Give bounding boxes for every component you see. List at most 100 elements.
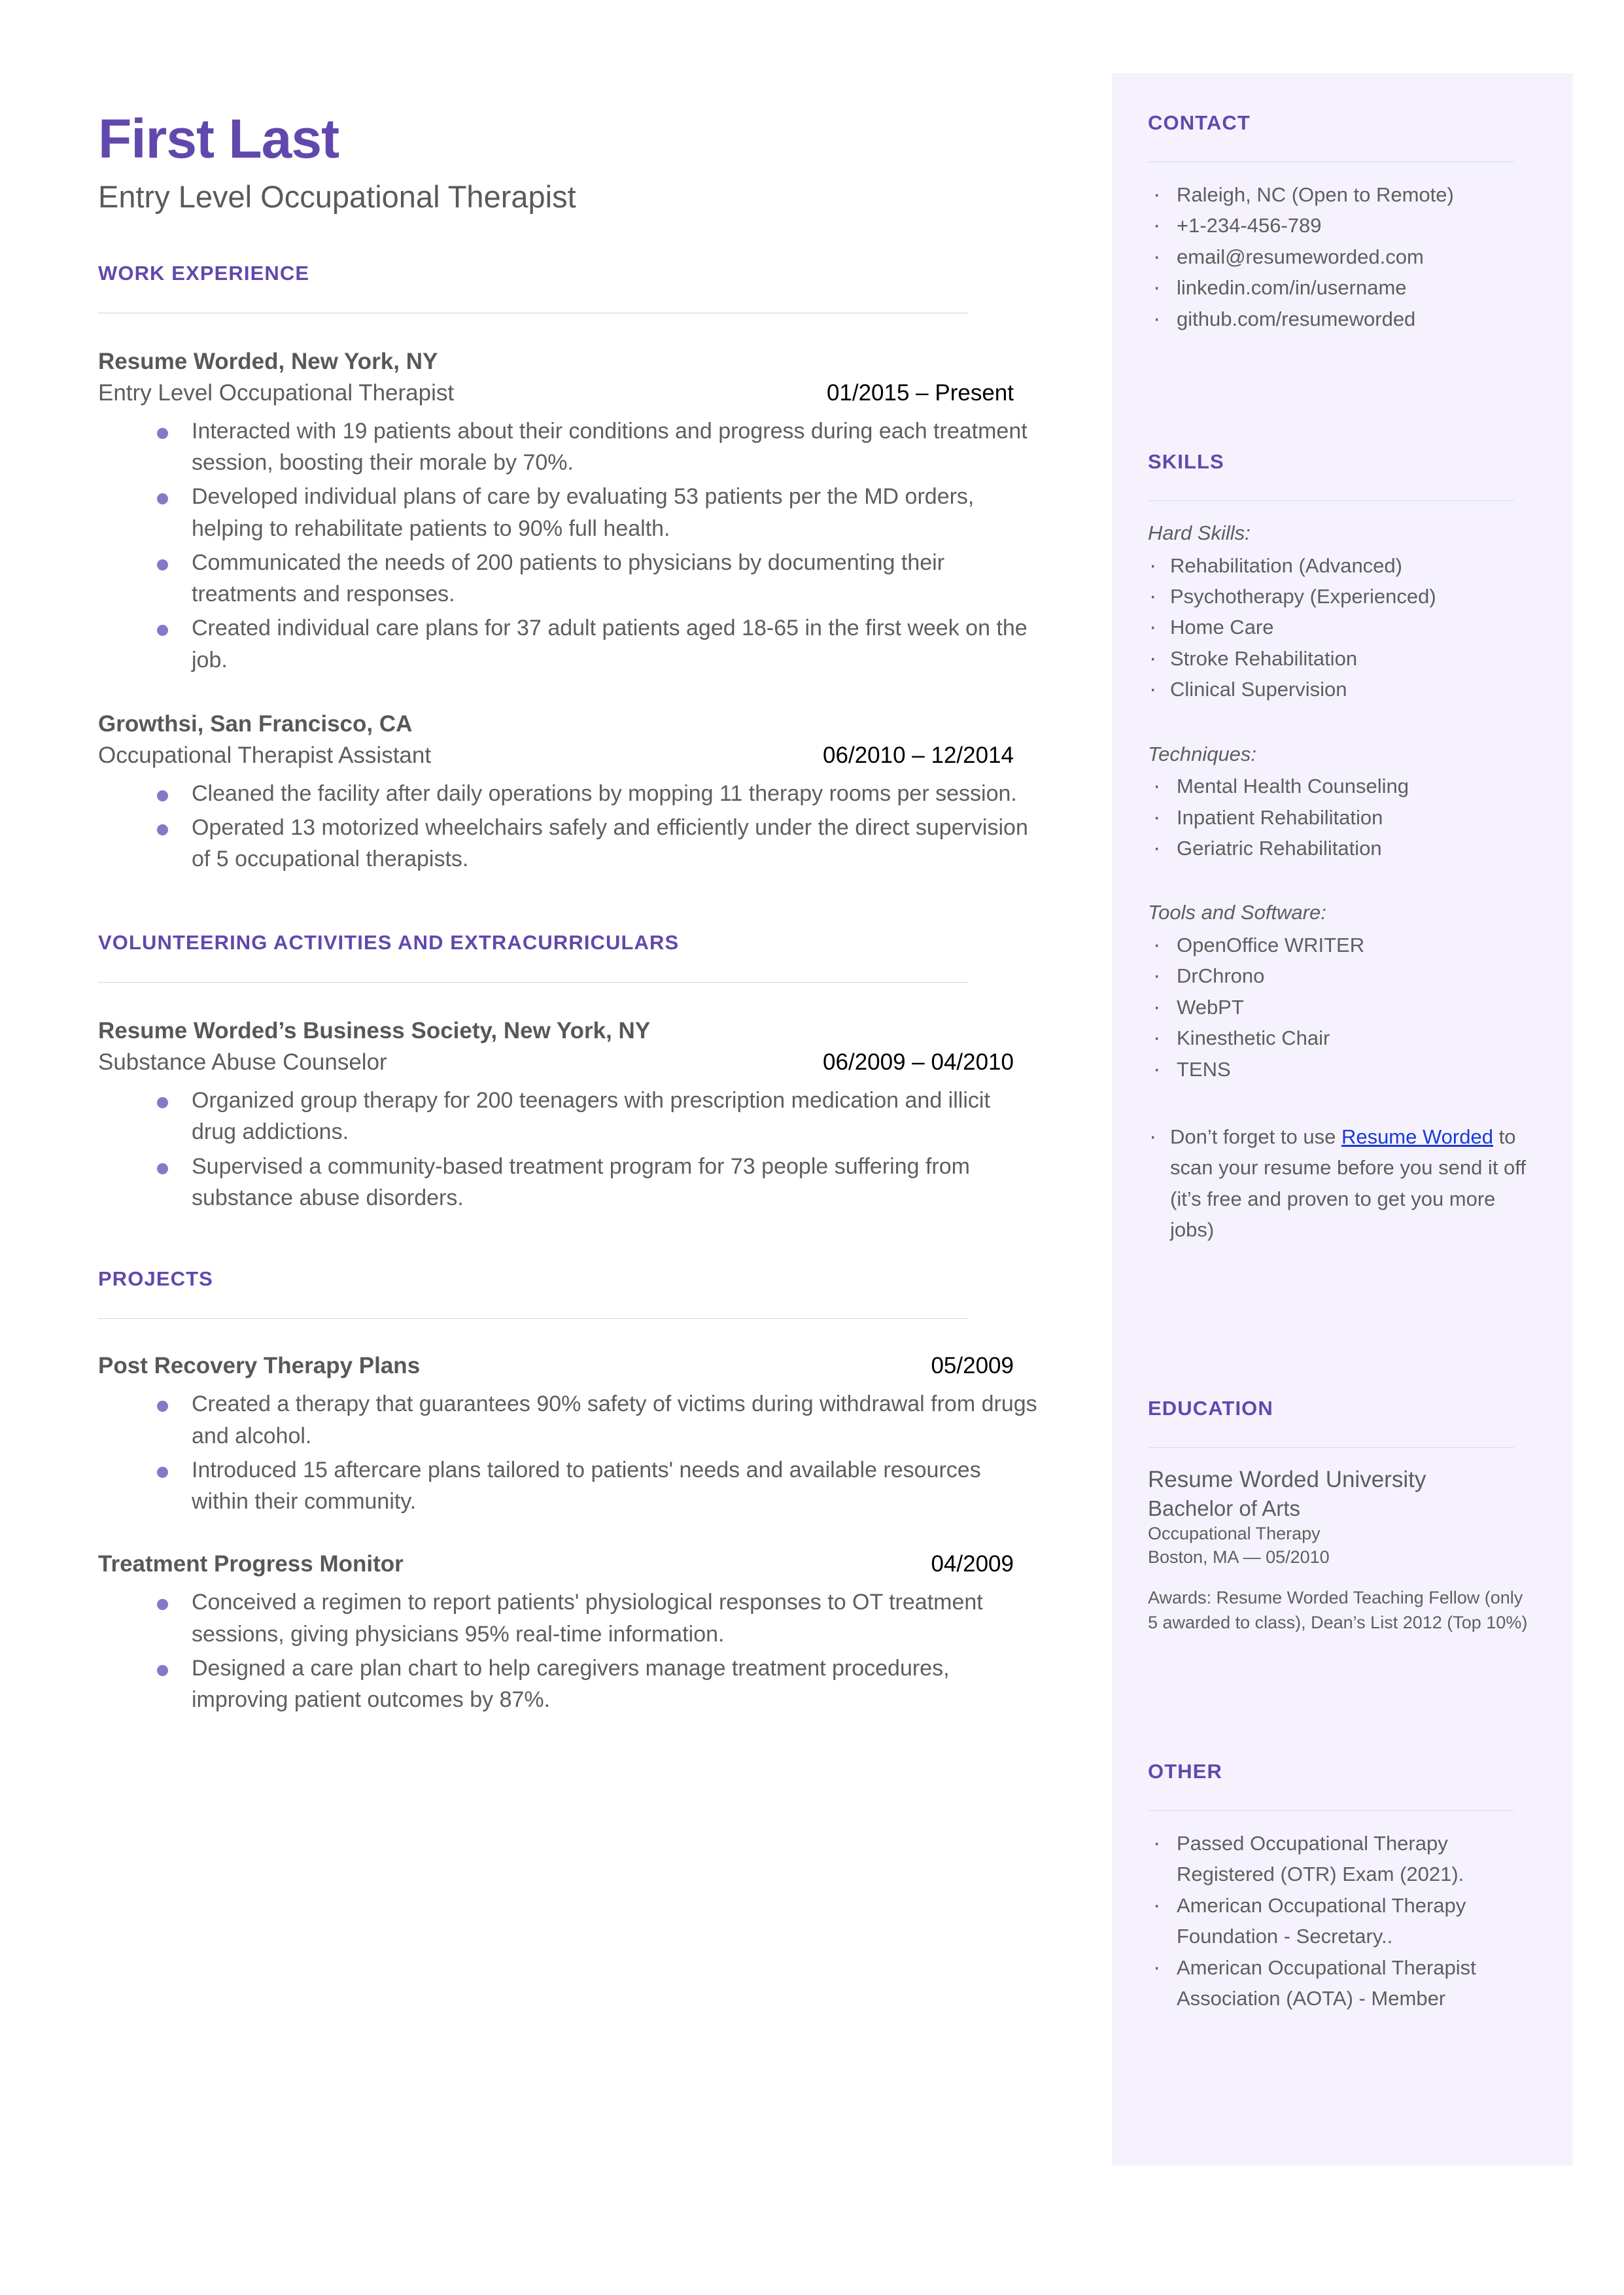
project-title-row: Treatment Progress Monitor 04/2009 (98, 1551, 1014, 1577)
project-bullet-list: Conceived a regimen to report patients' … (98, 1586, 1040, 1715)
list-item: Raleigh, NC (Open to Remote) (1148, 177, 1540, 211)
skills-hard-list: Rehabilitation (Advanced) Psychotherapy … (1148, 548, 1540, 706)
list-item[interactable]: linkedin.com/in/username (1148, 270, 1540, 304)
list-item: Mental Health Counseling (1148, 769, 1540, 803)
education-location-date: Boston, MA — 05/2010 (1148, 1547, 1330, 1568)
list-item: Supervised a community-based treatment p… (98, 1151, 1040, 1214)
sidebar-heading-education: EDUCATION (1148, 1397, 1273, 1420)
page-title: First Last (98, 108, 339, 169)
list-item: Stroke Rehabilitation (1148, 641, 1540, 675)
list-item: Rehabilitation (Advanced) (1148, 548, 1540, 582)
work-role-row: Occupational Therapist Assistant 06/2010… (98, 743, 1014, 769)
section-heading-work: WORK EXPERIENCE (98, 262, 310, 285)
education-school: Resume Worded University (1148, 1467, 1426, 1492)
resume-page: First Last Entry Level Occupational Ther… (0, 0, 1624, 2295)
section-volunteering: VOLUNTEERING ACTIVITIES AND EXTRACURRICU… (98, 931, 1040, 1214)
sidebar-divider (1148, 1447, 1514, 1448)
list-item: Interacted with 19 patients about their … (98, 415, 1040, 479)
list-item: Psychotherapy (Experienced) (1148, 579, 1540, 613)
work-organization: Growthsi, San Francisco, CA (98, 710, 413, 737)
promo-text-before: Don’t forget to use (1170, 1125, 1341, 1148)
work-organization: Resume Worded, New York, NY (98, 349, 438, 375)
work-entry: Growthsi, San Francisco, CA Occupational… (98, 710, 1040, 875)
list-item: Designed a care plan chart to help careg… (98, 1653, 1040, 1716)
list-item: Organized group therapy for 200 teenager… (98, 1085, 1040, 1148)
work-role-row: Entry Level Occupational Therapist 01/20… (98, 380, 1014, 406)
project-title-row: Post Recovery Therapy Plans 05/2009 (98, 1353, 1014, 1379)
project-bullet-list: Created a therapy that guarantees 90% sa… (98, 1388, 1040, 1517)
project-title: Treatment Progress Monitor (98, 1551, 404, 1577)
volunteering-role-row: Substance Abuse Counselor 06/2009 – 04/2… (98, 1049, 1014, 1076)
list-item[interactable]: github.com/resumeworded (1148, 302, 1540, 336)
section-divider (98, 1318, 968, 1320)
list-item: Conceived a regimen to report patients' … (98, 1586, 1040, 1650)
skills-group-label-techniques: Techniques: (1148, 742, 1257, 765)
sidebar-heading-other: OTHER (1148, 1760, 1222, 1783)
list-item: +1-234-456-789 (1148, 208, 1540, 242)
skills-tools-list: OpenOffice WRITER DrChrono WebPT Kinesth… (1148, 928, 1540, 1086)
section-divider (98, 982, 968, 983)
other-list: Passed Occupational Therapy Registered (… (1148, 1826, 1540, 2014)
volunteering-bullet-list: Organized group therapy for 200 teenager… (98, 1085, 1040, 1214)
list-item: American Occupational Therapy Foundation… (1148, 1888, 1540, 1952)
sidebar-section-other: OTHER Passed Occupational Therapy Regist… (1148, 1760, 1540, 2014)
sidebar-divider (1148, 500, 1514, 501)
list-item[interactable]: email@resumeworded.com (1148, 239, 1540, 273)
headline-subtitle: Entry Level Occupational Therapist (98, 179, 576, 214)
section-work-experience: WORK EXPERIENCE Resume Worded, New York,… (98, 262, 1040, 875)
work-bullet-list: Interacted with 19 patients about their … (98, 415, 1040, 676)
list-item: Inpatient Rehabilitation (1148, 800, 1540, 834)
volunteering-entry: Resume Worded’s Business Society, New Yo… (98, 1017, 1040, 1214)
list-item: Passed Occupational Therapy Registered (… (1148, 1826, 1540, 1890)
sidebar-section-contact: CONTACT Raleigh, NC (Open to Remote) +1-… (1148, 111, 1540, 336)
list-item: Geriatric Rehabilitation (1148, 831, 1540, 865)
list-item: Home Care (1148, 610, 1540, 644)
list-item: Introduced 15 aftercare plans tailored t… (98, 1454, 1040, 1518)
project-date: 05/2009 (931, 1353, 1014, 1379)
resume-worded-promo-note: Don’t forget to use Resume Worded to sca… (1148, 1119, 1540, 1246)
list-item: OpenOffice WRITER (1148, 928, 1540, 962)
list-item: Cleaned the facility after daily operati… (98, 778, 1040, 809)
volunteering-role: Substance Abuse Counselor (98, 1049, 387, 1076)
volunteering-date: 06/2009 – 04/2010 (823, 1049, 1014, 1076)
work-bullet-list: Cleaned the facility after daily operati… (98, 778, 1040, 875)
project-title: Post Recovery Therapy Plans (98, 1353, 421, 1379)
work-date: 06/2010 – 12/2014 (823, 742, 1014, 768)
skills-group-label-hard: Hard Skills: (1148, 521, 1251, 544)
contact-list: Raleigh, NC (Open to Remote) +1-234-456-… (1148, 177, 1540, 336)
sidebar-heading-contact: CONTACT (1148, 111, 1251, 134)
sidebar-section-skills: SKILLS Hard Skills: Rehabilitation (Adva… (1148, 450, 1540, 1246)
skills-techniques-list: Mental Health Counseling Inpatient Rehab… (1148, 769, 1540, 865)
list-item: Communicated the needs of 200 patients t… (98, 547, 1040, 610)
project-date: 04/2009 (931, 1551, 1014, 1577)
list-item: Operated 13 motorized wheelchairs safely… (98, 812, 1040, 875)
sidebar-divider (1148, 1810, 1514, 1811)
list-item: WebPT (1148, 990, 1540, 1024)
education-awards: Awards: Resume Worded Teaching Fellow (o… (1148, 1587, 1528, 1632)
list-item: Created individual care plans for 37 adu… (98, 612, 1040, 676)
work-date: 01/2015 – Present (826, 379, 1014, 406)
list-item: Kinesthetic Chair (1148, 1021, 1540, 1055)
list-item: TENS (1148, 1052, 1540, 1086)
list-item: American Occupational Therapist Associat… (1148, 1950, 1540, 2014)
section-heading-volunteering: VOLUNTEERING ACTIVITIES AND EXTRACURRICU… (98, 931, 680, 955)
list-item: DrChrono (1148, 958, 1540, 992)
education-field: Occupational Therapy (1148, 1524, 1321, 1544)
work-role: Entry Level Occupational Therapist (98, 379, 455, 406)
work-role: Occupational Therapist Assistant (98, 742, 432, 768)
sidebar-section-education: EDUCATION Resume Worded University Bache… (1148, 1397, 1540, 1635)
section-projects: PROJECTS Post Recovery Therapy Plans 05/… (98, 1267, 1040, 1715)
work-entry: Resume Worded, New York, NY Entry Level … (98, 347, 1040, 676)
main-column: First Last Entry Level Occupational Ther… (98, 0, 1040, 1718)
volunteering-organization: Resume Worded’s Business Society, New Yo… (98, 1018, 651, 1044)
project-entry: Post Recovery Therapy Plans 05/2009 Crea… (98, 1353, 1040, 1517)
resume-worded-link[interactable]: Resume Worded (1341, 1125, 1493, 1148)
list-item: Clinical Supervision (1148, 672, 1540, 706)
education-degree: Bachelor of Arts (1148, 1496, 1300, 1520)
section-heading-projects: PROJECTS (98, 1267, 213, 1291)
list-item: Developed individual plans of care by ev… (98, 481, 1040, 544)
sidebar-heading-skills: SKILLS (1148, 450, 1224, 473)
project-entry: Treatment Progress Monitor 04/2009 Conce… (98, 1551, 1040, 1715)
list-item: Created a therapy that guarantees 90% sa… (98, 1388, 1040, 1452)
skills-group-label-tools: Tools and Software: (1148, 901, 1326, 924)
